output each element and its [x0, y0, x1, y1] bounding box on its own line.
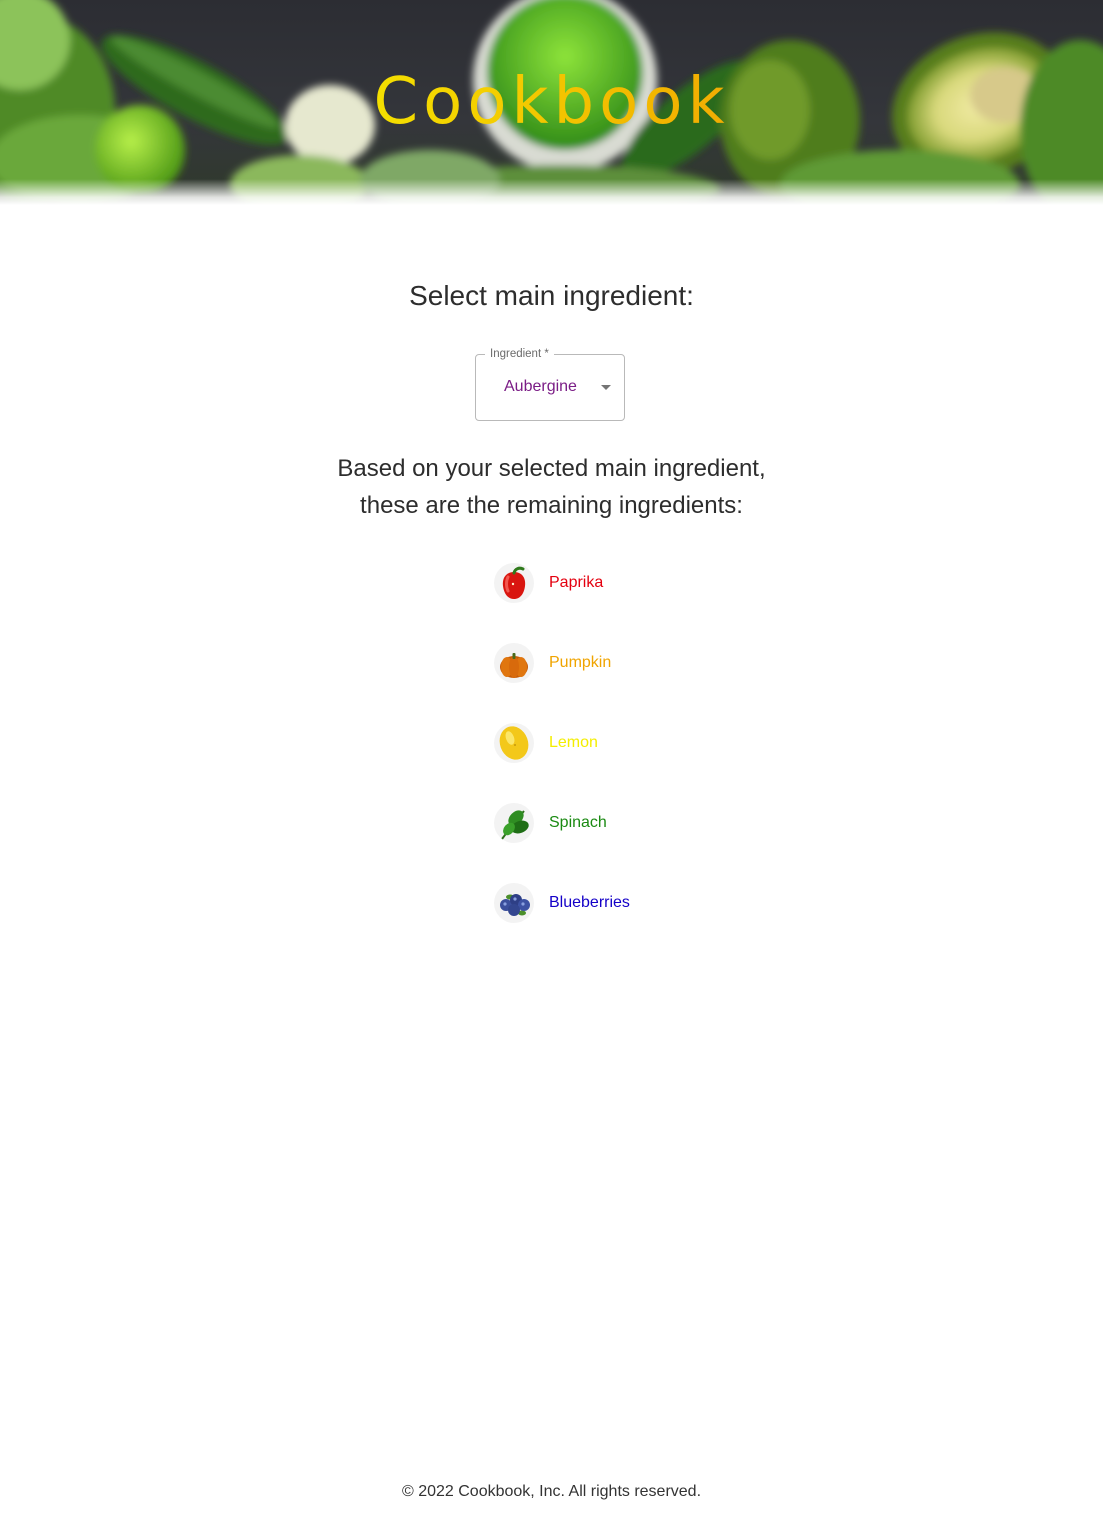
footer-copyright: © 2022 Cookbook, Inc. All rights reserve… — [401, 1483, 702, 1500]
spinach-icon — [494, 803, 534, 843]
lemon-icon — [494, 723, 534, 763]
ingredient-label: Lemon — [549, 734, 598, 751]
ingredient-item-paprika[interactable]: Paprika — [494, 563, 630, 603]
app-title: Cookbook — [0, 62, 1103, 142]
caret-down-icon[interactable] — [601, 385, 611, 390]
ingredient-item-spinach[interactable]: Spinach — [494, 803, 630, 843]
ingredient-select-label: Ingredient * — [485, 347, 554, 361]
ingredient-select-value: Aubergine — [504, 378, 577, 395]
blueberries-icon — [494, 883, 534, 923]
select-heading: Select main ingredient: — [409, 280, 694, 311]
results-heading-line1: Based on your selected main ingredient, — [337, 455, 766, 482]
ingredient-label: Blueberries — [549, 894, 630, 911]
ingredient-label: Spinach — [549, 814, 607, 831]
ingredient-label: Pumpkin — [549, 654, 612, 671]
results-heading: Based on your selected main ingredient, … — [0, 450, 1103, 524]
ingredient-item-blueberries[interactable]: Blueberries — [494, 883, 630, 923]
ingredient-list: Paprika Pumpkin Lemon Spinach Blueberrie… — [494, 563, 630, 963]
ingredient-select[interactable]: Ingredient * Aubergine — [475, 347, 625, 421]
hero-fade — [0, 179, 1103, 205]
hero-banner: Cookbook — [0, 0, 1103, 205]
results-heading-line2: these are the remaining ingredients: — [360, 492, 743, 519]
pumpkin-icon — [494, 643, 534, 683]
ingredient-label: Paprika — [549, 574, 604, 591]
ingredient-item-lemon[interactable]: Lemon — [494, 723, 630, 763]
ingredient-item-pumpkin[interactable]: Pumpkin — [494, 643, 630, 683]
paprika-icon — [494, 563, 534, 603]
